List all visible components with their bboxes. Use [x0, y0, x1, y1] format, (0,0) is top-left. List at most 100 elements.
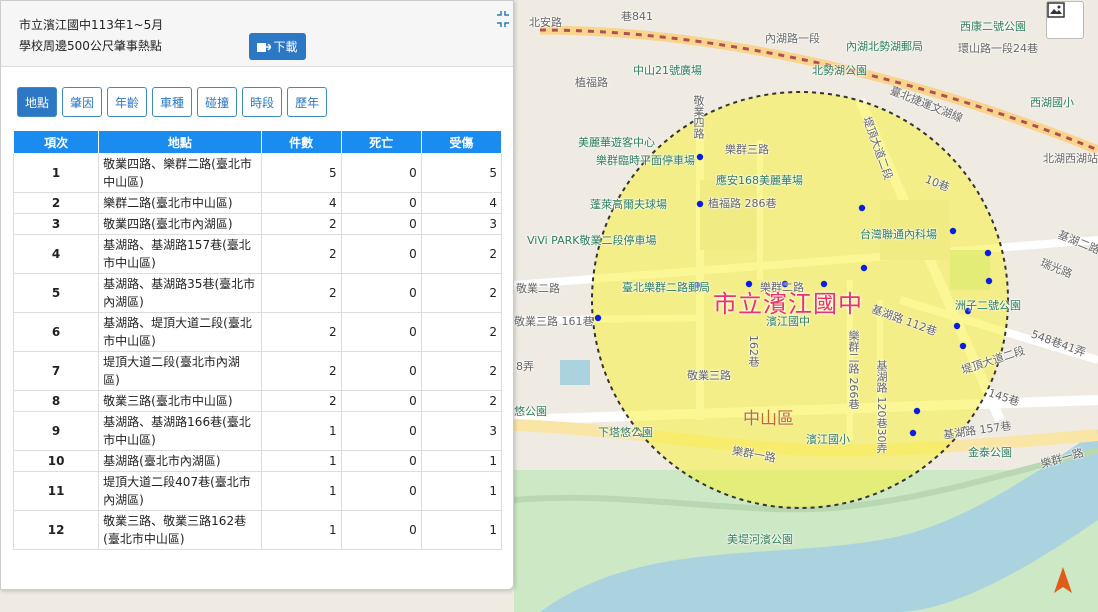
image-layer-button[interactable]	[1046, 1, 1084, 39]
row-count: 2	[260, 351, 342, 391]
table-row: 1 敬業四路、樂群二路(臺北市中山區) 5 0 5	[12, 153, 503, 193]
table-row: 10 基湖路(臺北市內湖區) 1 0 1	[12, 450, 503, 472]
map-label-lane-841: 巷841	[621, 10, 653, 23]
tab-time[interactable]: 時段	[242, 87, 283, 117]
row-count: 1	[260, 450, 342, 472]
row-count: 2	[260, 390, 342, 412]
download-button[interactable]: 下載	[249, 33, 306, 60]
panel-subtitle: 學校周邊500公尺肇事熱點	[19, 39, 162, 53]
tab-location[interactable]: 地點	[17, 87, 58, 117]
download-button-label: 下載	[273, 40, 298, 54]
accident-point[interactable]	[696, 200, 704, 208]
north-arrow-icon	[1050, 565, 1076, 595]
map-label-no2-park: 洲子二號公園	[955, 299, 1021, 312]
accident-point[interactable]	[949, 227, 957, 235]
row-count: 1	[260, 510, 342, 550]
image-icon	[1047, 2, 1065, 18]
table-row: 7 堤頂大道二段(臺北市內湖區) 2 0 2	[12, 351, 503, 391]
row-injuries: 2	[420, 351, 503, 391]
map-label-vivi: ViVi PARK敬業二段停車場	[527, 234, 657, 247]
row-location: 基湖路、堤頂大道二段(臺北市中山區)	[98, 312, 262, 352]
row-deaths: 0	[340, 471, 422, 511]
map-label-266: 樂群二路 266巷	[847, 330, 860, 410]
row-location: 敬業四路(臺北市內湖區)	[98, 213, 262, 235]
row-count: 2	[260, 213, 342, 235]
row-count: 1	[260, 471, 342, 511]
map-label-youyou: 悠公園	[514, 405, 547, 418]
map-label-zhifu-286: 植福路 286巷	[708, 197, 777, 210]
row-location: 敬業三路、敬業三路162巷(臺北市中山區)	[98, 510, 262, 550]
map-label-leqin-parking: 樂群臨時平面停車場	[596, 154, 695, 167]
row-deaths: 0	[340, 411, 422, 451]
map-label-yingan: 應安168美麗華場	[716, 174, 803, 187]
table-row: 12 敬業三路、敬業三路162巷(臺北市中山區) 1 0 1	[12, 510, 503, 550]
map-label-120-30: 基湖路 120巷30弄	[875, 360, 888, 454]
map-label-xihu-elem: 西湖國小	[1030, 96, 1074, 109]
row-location: 基湖路、基湖路35巷(臺北市內湖區)	[98, 273, 262, 313]
row-index: 12	[12, 510, 100, 550]
table-row: 8 敬業三路(臺北市中山區) 2 0 2	[12, 390, 503, 412]
map-label-jingye-3rd: 敬業三路	[687, 369, 731, 382]
col-count: 件數	[260, 130, 342, 154]
accident-point[interactable]	[860, 264, 868, 272]
row-location: 堤頂大道二段407巷(臺北市內湖區)	[98, 471, 262, 511]
stat-tabs: 地點 肇因 年齡 車種 碰撞 時段 歷年	[17, 87, 328, 117]
row-count: 2	[260, 312, 342, 352]
accident-point[interactable]	[858, 204, 866, 212]
row-count: 4	[260, 192, 342, 214]
panel-title: 市立濱江國中113年1~5月	[19, 18, 164, 32]
row-injuries: 3	[420, 411, 503, 451]
accident-point[interactable]	[985, 277, 993, 285]
row-deaths: 0	[340, 351, 422, 391]
map-label-north-anxi: 北安路	[529, 16, 562, 29]
accident-point[interactable]	[696, 153, 704, 161]
row-location: 堤頂大道二段(臺北市內湖區)	[98, 351, 262, 391]
row-injuries: 1	[420, 450, 503, 472]
map-label-jingye-2nd: 敬業二路	[516, 282, 560, 295]
tab-vehicle[interactable]: 車種	[152, 87, 193, 117]
table-row: 6 基湖路、堤頂大道二段(臺北市中山區) 2 0 2	[12, 312, 503, 352]
row-location: 敬業四路、樂群二路(臺北市中山區)	[98, 153, 262, 193]
map-label-penglai: 蓬萊高爾夫球場	[590, 198, 667, 211]
row-index: 6	[12, 312, 100, 352]
hotspot-table: 項次 地點 件數 死亡 受傷 1 敬業四路、樂群二路(臺北市中山區) 5 0 5 2 樂群二…	[12, 130, 503, 550]
map-label-lane-8: 8弄	[516, 360, 534, 373]
row-location: 基湖路、基湖路166巷(臺北市中山區)	[98, 411, 262, 451]
table-row: 11 堤頂大道二段407巷(臺北市內湖區) 1 0 1	[12, 471, 503, 511]
row-index: 10	[12, 450, 100, 472]
row-index: 5	[12, 273, 100, 313]
row-deaths: 0	[340, 390, 422, 412]
col-location: 地點	[98, 130, 262, 154]
col-deaths: 死亡	[340, 130, 422, 154]
map-label-jingye-3rd-161: 敬業三路 161巷	[514, 315, 594, 328]
row-deaths: 0	[340, 273, 422, 313]
row-index: 11	[12, 471, 100, 511]
download-icon	[257, 42, 272, 52]
map-label-beishihu-park: 北勢湖公園	[812, 64, 867, 77]
accident-point[interactable]	[959, 342, 967, 350]
accident-point[interactable]	[909, 429, 917, 437]
map-label-tw-neihu: 台灣聯通內科場	[860, 228, 937, 241]
row-injuries: 1	[420, 471, 503, 511]
collapse-icon[interactable]	[495, 11, 511, 27]
tab-history[interactable]: 歷年	[287, 87, 328, 117]
tab-age[interactable]: 年齡	[107, 87, 148, 117]
accident-point[interactable]	[953, 322, 961, 330]
row-injuries: 4	[420, 192, 503, 214]
accident-point[interactable]	[594, 314, 602, 322]
map-label-lane-162: 162巷	[747, 335, 760, 367]
row-index: 2	[12, 192, 100, 214]
table-row: 2 樂群二路(臺北市中山區) 4 0 4	[12, 192, 503, 214]
tab-collision[interactable]: 碰撞	[197, 87, 238, 117]
tab-cause[interactable]: 肇因	[62, 87, 103, 117]
map-label-meiti: 美堤河濱公園	[727, 533, 793, 546]
accident-point[interactable]	[984, 249, 992, 257]
map-label-post-office: 內湖北勢湖郵局	[846, 40, 923, 53]
accident-point[interactable]	[913, 407, 921, 415]
row-injuries: 2	[420, 390, 503, 412]
table-row: 9 基湖路、基湖路166巷(臺北市中山區) 1 0 3	[12, 411, 503, 451]
row-deaths: 0	[340, 192, 422, 214]
row-deaths: 0	[340, 213, 422, 235]
row-location: 基湖路、基湖路157巷(臺北市中山區)	[98, 234, 262, 274]
row-count: 2	[260, 273, 342, 313]
